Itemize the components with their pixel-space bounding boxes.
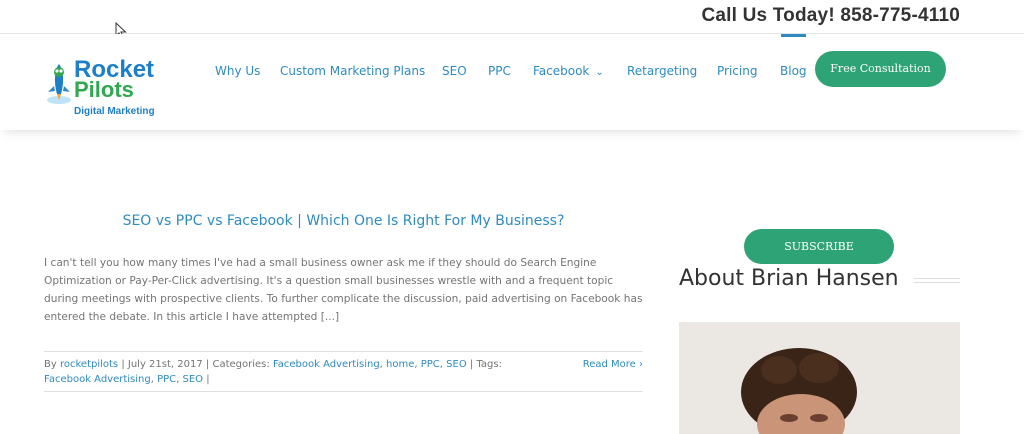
nav-item-retargeting[interactable]: Retargeting [627, 64, 697, 78]
meta-separator: | [121, 359, 125, 370]
logo-text-pilots: Pilots [74, 77, 134, 102]
nav-active-indicator [781, 34, 806, 37]
nav-item-blog[interactable]: Blog [780, 64, 807, 78]
post-meta: By rocketpilots | July 21st, 2017 | Cate… [44, 359, 502, 385]
site-header: Rocket Pilots Digital Marketing Why Us C… [0, 34, 1024, 130]
phone-number[interactable]: Call Us Today! 858-775-4110 [701, 5, 960, 27]
meta-separator: | [205, 359, 210, 370]
meta-divider-top [44, 351, 643, 352]
tag-link-facebook-advertising[interactable]: Facebook Advertising [44, 374, 151, 385]
nav-item-ppc[interactable]: PPC [488, 64, 511, 78]
category-link-ppc[interactable]: PPC [421, 359, 440, 370]
tag-link-seo[interactable]: SEO [183, 374, 204, 385]
meta-author-link[interactable]: rocketpilots [60, 359, 118, 370]
meta-separator: | [469, 359, 474, 370]
tag-link-ppc[interactable]: PPC [157, 374, 176, 385]
read-more-label: Read More [582, 359, 636, 370]
meta-date: July 21st, 2017 [127, 359, 203, 370]
meta-categories-label: Categories: [212, 359, 270, 370]
post-excerpt: I can't tell you how many times I've had… [44, 257, 643, 323]
free-consultation-button[interactable]: Free Consultation [815, 51, 946, 87]
site-logo[interactable]: Rocket Pilots Digital Marketing [44, 58, 174, 120]
nav-item-facebook[interactable]: Facebook ⌄ [533, 64, 604, 78]
category-link-facebook-advertising[interactable]: Facebook Advertising [273, 359, 380, 370]
category-link-home[interactable]: home [386, 359, 414, 370]
nav-item-why-us[interactable]: Why Us [215, 64, 260, 78]
chevron-right-icon: › [639, 359, 643, 370]
post-title[interactable]: SEO vs PPC vs Facebook | Which One Is Ri… [44, 213, 643, 229]
author-photo [679, 322, 960, 434]
meta-separator: | [206, 374, 210, 385]
nav-item-pricing[interactable]: Pricing [717, 64, 757, 78]
chevron-down-icon: ⌄ [595, 67, 604, 78]
meta-divider-bottom [44, 391, 643, 392]
meta-by-label: By [44, 359, 57, 370]
nav-item-seo[interactable]: SEO [442, 64, 467, 78]
heading-decoration-lines [914, 278, 960, 283]
nav-item-custom-marketing-plans[interactable]: Custom Marketing Plans [280, 64, 425, 78]
nav-item-facebook-label: Facebook [533, 64, 590, 78]
top-bar: Call Us Today! 858-775-4110 [0, 0, 1024, 34]
category-link-seo[interactable]: SEO [446, 359, 467, 370]
rocket-pilot-icon [47, 64, 71, 104]
meta-tags-label: Tags: [476, 359, 502, 370]
subscribe-button[interactable]: SUBSCRIBE [744, 229, 894, 264]
read-more-link[interactable]: Read More › [583, 357, 643, 372]
about-heading: About Brian Hansen [679, 266, 899, 291]
logo-tagline: Digital Marketing [74, 106, 155, 117]
